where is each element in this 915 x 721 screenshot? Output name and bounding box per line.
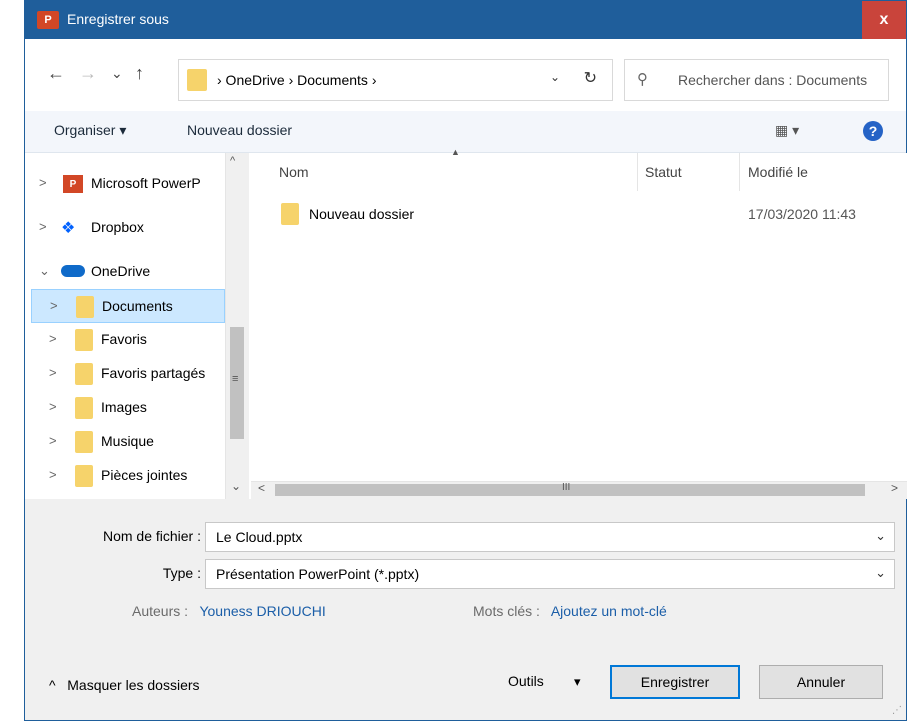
type-select[interactable]: Présentation PowerPoint (*.pptx) ⌄ [205, 559, 895, 589]
new-folder-button[interactable]: Nouveau dossier [187, 122, 292, 138]
folder-icon [75, 329, 93, 351]
chevron-up-icon: ^ [49, 677, 56, 693]
tree-item-documents[interactable]: > Documents [31, 289, 225, 323]
back-icon[interactable]: ← [47, 63, 65, 84]
folder-icon [75, 397, 93, 419]
scroll-up-icon[interactable]: ^ [230, 155, 235, 167]
address-bar[interactable]: › OneDrive › Documents › ⌄ ↻ [178, 59, 613, 101]
expand-arrow-icon[interactable]: > [49, 365, 57, 380]
column-divider[interactable] [739, 153, 740, 191]
sort-ascending-icon: ▲ [451, 147, 460, 157]
tree-item-pieces-jointes[interactable]: > Pièces jointes [25, 459, 225, 493]
chevron-down-icon[interactable]: ⌄ [875, 565, 886, 581]
title-bar: P Enregistrer sous x [25, 1, 906, 39]
file-list-pane [249, 153, 907, 499]
tree-item-label: Images [101, 399, 147, 415]
refresh-icon[interactable]: ↻ [584, 68, 597, 88]
folder-icon [281, 203, 299, 225]
tree-item-label: Documents [102, 298, 173, 314]
search-icon: ⚲ [637, 71, 648, 88]
tree-item-label: Dropbox [91, 219, 144, 235]
powerpoint-icon: P [63, 175, 83, 193]
forward-icon[interactable]: → [79, 63, 97, 84]
tree-item-label: Favoris partagés [101, 365, 206, 381]
tags-value[interactable]: Ajoutez un mot-clé [551, 603, 667, 619]
navigation-scrollbar[interactable] [225, 153, 249, 499]
tree-item-label: Pièces jointes [101, 467, 188, 483]
save-button[interactable]: Enregistrer [610, 665, 740, 699]
column-header-name[interactable]: Nom [279, 164, 309, 180]
expand-arrow-icon[interactable]: > [39, 219, 47, 234]
expand-arrow-icon[interactable]: > [39, 175, 47, 190]
expand-arrow-icon[interactable]: > [49, 399, 57, 414]
chevron-down-icon[interactable]: ▾ [574, 674, 581, 690]
expand-arrow-icon[interactable]: > [49, 331, 57, 346]
chevron-down-icon[interactable]: ⌄ [875, 528, 886, 544]
hide-folders-toggle[interactable]: ^ Masquer les dossiers [49, 677, 200, 693]
filename-label: Nom de fichier : [102, 528, 201, 544]
close-button[interactable]: x [862, 1, 906, 39]
column-divider[interactable] [637, 153, 638, 191]
tags-label: Mots clés : [473, 603, 540, 619]
tree-item-label: Musique [101, 433, 154, 449]
search-placeholder: Rechercher dans : Documents [678, 72, 868, 88]
column-header-modified[interactable]: Modifié le [748, 164, 808, 180]
dropbox-icon: ❖ [61, 220, 76, 237]
tags-field: Mots clés : Ajoutez un mot-clé [473, 603, 667, 619]
resize-grip-icon[interactable]: ⋰ [892, 705, 902, 716]
tree-item-label: OneDrive [91, 263, 151, 279]
command-toolbar [25, 111, 906, 153]
file-name[interactable]: Nouveau dossier [309, 206, 414, 222]
organize-button[interactable]: Organiser ▾ [54, 122, 126, 139]
scroll-left-icon[interactable]: < [258, 481, 265, 495]
tree-item-label: Microsoft PowerP [91, 175, 201, 191]
save-as-dialog: P Enregistrer sous x ← → ⌄ ↑ › OneDrive … [24, 0, 907, 721]
authors-value[interactable]: Youness DRIOUCHI [199, 603, 325, 619]
powerpoint-app-icon: P [37, 11, 59, 29]
tree-item-favoris[interactable]: > Favoris [25, 323, 225, 357]
folder-icon [75, 363, 93, 385]
expand-arrow-icon[interactable]: > [50, 298, 58, 313]
chevron-down-icon[interactable]: ⌄ [550, 70, 560, 84]
authors-field: Auteurs : Youness DRIOUCHI [132, 603, 326, 619]
tree-item-label: Favoris [101, 331, 147, 347]
scroll-right-icon[interactable]: > [891, 481, 898, 495]
tree-item-images[interactable]: > Images [25, 391, 225, 425]
type-value[interactable]: Présentation PowerPoint (*.pptx) [216, 566, 419, 582]
folder-icon [187, 69, 207, 91]
scroll-grip-icon: ≡ [232, 373, 239, 385]
tree-item-powerpoint[interactable]: > P Microsoft PowerP [25, 167, 225, 201]
folder-icon [76, 296, 94, 318]
folder-icon [75, 465, 93, 487]
help-icon[interactable]: ? [863, 121, 883, 141]
view-options-icon[interactable]: ▦ ▾ [775, 122, 799, 139]
hide-folders-label: Masquer les dossiers [67, 677, 200, 693]
scroll-down-icon[interactable]: ⌄ [231, 479, 241, 493]
authors-label: Auteurs : [132, 603, 189, 619]
dialog-title: Enregistrer sous [67, 11, 169, 27]
tree-item-favoris-partages[interactable]: > Favoris partagés [25, 357, 225, 391]
tree-item-onedrive[interactable]: ⌄ OneDrive [25, 255, 225, 289]
scroll-grip-icon: III [562, 482, 571, 493]
tools-button[interactable]: Outils [508, 673, 544, 689]
filename-input[interactable]: Le Cloud.pptx ⌄ [205, 522, 895, 552]
recent-locations-icon[interactable]: ⌄ [111, 65, 123, 82]
up-folder-icon[interactable]: ↑ [135, 63, 144, 84]
column-header-status[interactable]: Statut [645, 164, 682, 180]
tree-item-musique[interactable]: > Musique [25, 425, 225, 459]
collapse-arrow-icon[interactable]: ⌄ [39, 263, 50, 279]
expand-arrow-icon[interactable]: > [49, 467, 57, 482]
type-label: Type : [162, 565, 201, 581]
address-path[interactable]: › OneDrive › Documents › [217, 72, 376, 88]
filename-value[interactable]: Le Cloud.pptx [216, 529, 302, 545]
search-input[interactable]: ⚲ Rechercher dans : Documents [624, 59, 889, 101]
cancel-button[interactable]: Annuler [759, 665, 883, 699]
expand-arrow-icon[interactable]: > [49, 433, 57, 448]
tree-item-dropbox[interactable]: > ❖ Dropbox [25, 211, 225, 245]
onedrive-icon [61, 265, 85, 277]
folder-icon [75, 431, 93, 453]
file-modified-date: 17/03/2020 11:43 [748, 206, 856, 222]
